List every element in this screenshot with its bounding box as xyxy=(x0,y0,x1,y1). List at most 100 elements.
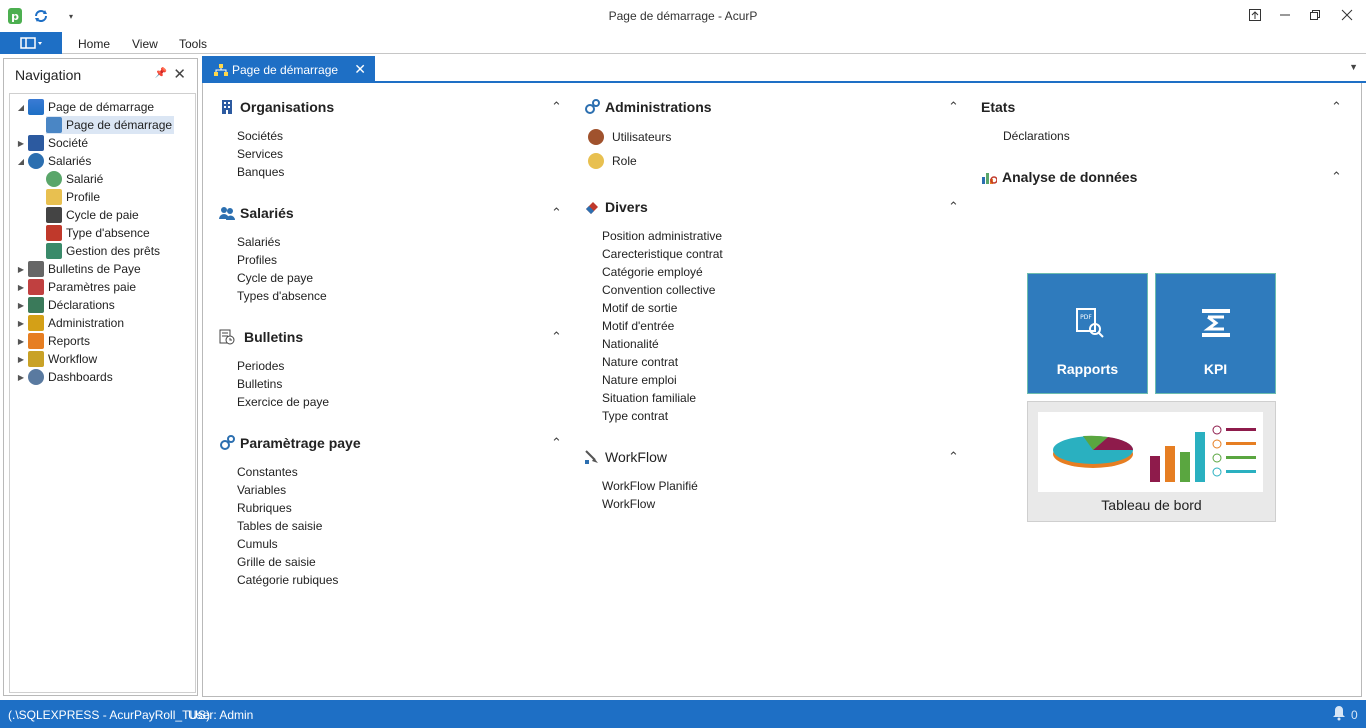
section-header[interactable]: Divers xyxy=(584,195,964,219)
link-societes[interactable]: Sociétés xyxy=(219,127,564,145)
section-header[interactable]: Paramètrage paye xyxy=(219,431,564,455)
eraser-icon xyxy=(584,199,600,215)
tree-node-workflow[interactable]: ▶ Workflow xyxy=(14,350,97,368)
collapse-icon[interactable]: ▶ xyxy=(14,373,28,382)
link-situation-familiale[interactable]: Situation familiale xyxy=(584,389,964,407)
section-header[interactable]: Organisations xyxy=(219,95,564,119)
link-workflow[interactable]: WorkFlow xyxy=(584,495,964,513)
link-motif-entree[interactable]: Motif d'entrée xyxy=(584,317,964,335)
expand-icon[interactable]: ◢ xyxy=(14,103,28,112)
collapse-chevron-icon[interactable]: ⌃ xyxy=(551,329,562,345)
link-categorie-rubiques[interactable]: Catégorie rubiques xyxy=(219,571,564,589)
collapse-chevron-icon[interactable]: ⌃ xyxy=(948,99,959,115)
link-bulletins[interactable]: Bulletins xyxy=(219,375,564,393)
link-position-administrative[interactable]: Position administrative xyxy=(584,227,964,245)
section-title: WorkFlow xyxy=(605,449,667,465)
link-grille-saisie[interactable]: Grille de saisie xyxy=(219,553,564,571)
collapse-chevron-icon[interactable]: ⌃ xyxy=(948,199,959,215)
link-types-absence[interactable]: Types d'absence xyxy=(219,287,564,305)
link-profiles[interactable]: Profiles xyxy=(219,251,564,269)
tree-node-salarie[interactable]: Salarié xyxy=(46,170,103,188)
link-nature-emploi[interactable]: Nature emploi xyxy=(584,371,964,389)
tree-node-dashboards[interactable]: ▶ Dashboards xyxy=(14,368,113,386)
collapse-chevron-icon[interactable]: ⌃ xyxy=(1331,169,1342,185)
expand-icon[interactable]: ◢ xyxy=(14,157,28,166)
section-header[interactable]: Administrations xyxy=(584,95,964,119)
link-type-contrat[interactable]: Type contrat xyxy=(584,407,964,425)
collapse-chevron-icon[interactable]: ⌃ xyxy=(551,435,562,451)
pin-window-icon[interactable] xyxy=(1240,4,1270,26)
link-tables-saisie[interactable]: Tables de saisie xyxy=(219,517,564,535)
link-cumuls[interactable]: Cumuls xyxy=(219,535,564,553)
tab-list-dropdown-icon[interactable]: ▼ xyxy=(1349,62,1358,72)
link-periodes[interactable]: Periodes xyxy=(219,357,564,375)
app-menu-button[interactable] xyxy=(0,32,62,54)
tree-node-page-demarrage-child[interactable]: Page de démarrage xyxy=(46,116,174,134)
link-carecteristique-contrat[interactable]: Carecteristique contrat xyxy=(584,245,964,263)
collapse-icon[interactable]: ▶ xyxy=(14,265,28,274)
link-utilisateurs[interactable]: Utilisateurs xyxy=(584,125,964,149)
collapse-icon[interactable]: ▶ xyxy=(14,337,28,346)
ribbon-tab-home[interactable]: Home xyxy=(78,37,110,51)
building-icon xyxy=(28,135,44,151)
link-motif-sortie[interactable]: Motif de sortie xyxy=(584,299,964,317)
tile-tableau-de-bord[interactable]: Tableau de bord xyxy=(1027,401,1276,522)
link-nationalite[interactable]: Nationalité xyxy=(584,335,964,353)
tree-node-societe[interactable]: ▶ Société xyxy=(14,134,88,152)
tree-node-salaries[interactable]: ◢ Salariés xyxy=(14,152,91,170)
collapse-icon[interactable]: ▶ xyxy=(14,283,28,292)
tree-node-profile[interactable]: Profile xyxy=(46,188,100,206)
tree-node-page-demarrage[interactable]: ◢ Page de démarrage xyxy=(14,98,154,116)
ribbon-tab-view[interactable]: View xyxy=(132,37,158,51)
section-header[interactable]: Salariés xyxy=(219,201,564,225)
link-banques[interactable]: Banques xyxy=(219,163,564,181)
collapse-chevron-icon[interactable]: ⌃ xyxy=(551,99,562,115)
link-nature-contrat[interactable]: Nature contrat xyxy=(584,353,964,371)
link-salaries[interactable]: Salariés xyxy=(219,233,564,251)
collapse-icon[interactable]: ▶ xyxy=(14,319,28,328)
tree-node-type-absence[interactable]: Type d'absence xyxy=(46,224,150,242)
link-declarations[interactable]: Déclarations xyxy=(981,127,1346,145)
link-constantes[interactable]: Constantes xyxy=(219,463,564,481)
tree-node-bulletins[interactable]: ▶ Bulletins de Paye xyxy=(14,260,141,278)
tree-node-reports[interactable]: ▶ Reports xyxy=(14,332,90,350)
collapse-chevron-icon[interactable]: ⌃ xyxy=(948,449,959,465)
minimize-icon[interactable] xyxy=(1270,4,1300,26)
ribbon-tab-tools[interactable]: Tools xyxy=(179,37,207,51)
link-cycle-paye[interactable]: Cycle de paye xyxy=(219,269,564,287)
link-role[interactable]: Role xyxy=(584,149,964,173)
collapse-chevron-icon[interactable]: ⌃ xyxy=(551,205,562,221)
close-icon[interactable] xyxy=(1332,4,1362,26)
tile-kpi[interactable]: KPI xyxy=(1155,273,1276,394)
bell-icon[interactable] xyxy=(1332,705,1346,724)
pin-icon[interactable]: 📌 xyxy=(155,68,167,79)
sitemap-icon xyxy=(214,63,228,76)
section-header[interactable]: Bulletins xyxy=(219,325,564,349)
section-header[interactable]: Etats xyxy=(981,95,1346,119)
section-salaries: Salariés ⌃ Salariés Profiles Cycle de pa… xyxy=(219,201,564,305)
link-rubriques[interactable]: Rubriques xyxy=(219,499,564,517)
close-tab-icon[interactable]: ✕ xyxy=(354,61,366,78)
users-icon xyxy=(28,153,44,169)
section-header[interactable]: WorkFlow xyxy=(584,445,964,469)
collapse-icon[interactable]: ▶ xyxy=(14,355,28,364)
link-exercice-paye[interactable]: Exercice de paye xyxy=(219,393,564,411)
tile-rapports[interactable]: PDF Rapports xyxy=(1027,273,1148,394)
link-workflow-planifie[interactable]: WorkFlow Planifié xyxy=(584,477,964,495)
tree-node-cycle-paie[interactable]: Cycle de paie xyxy=(46,206,139,224)
tab-page-demarrage[interactable]: Page de démarrage ✕ xyxy=(202,56,375,83)
section-header[interactable]: Analyse de données xyxy=(981,165,1346,189)
restore-icon[interactable] xyxy=(1300,4,1330,26)
link-services[interactable]: Services xyxy=(219,145,564,163)
link-convention-collective[interactable]: Convention collective xyxy=(584,281,964,299)
collapse-icon[interactable]: ▶ xyxy=(14,139,28,148)
tree-node-administration[interactable]: ▶ Administration xyxy=(14,314,124,332)
collapse-chevron-icon[interactable]: ⌃ xyxy=(1331,99,1342,115)
tree-node-parametres[interactable]: ▶ Paramètres paie xyxy=(14,278,136,296)
link-categorie-employe[interactable]: Catégorie employé xyxy=(584,263,964,281)
tree-node-declarations[interactable]: ▶ Déclarations xyxy=(14,296,115,314)
close-panel-icon[interactable]: ✕ xyxy=(173,65,186,83)
link-variables[interactable]: Variables xyxy=(219,481,564,499)
collapse-icon[interactable]: ▶ xyxy=(14,301,28,310)
tree-node-gestion-prets[interactable]: Gestion des prêts xyxy=(46,242,160,260)
